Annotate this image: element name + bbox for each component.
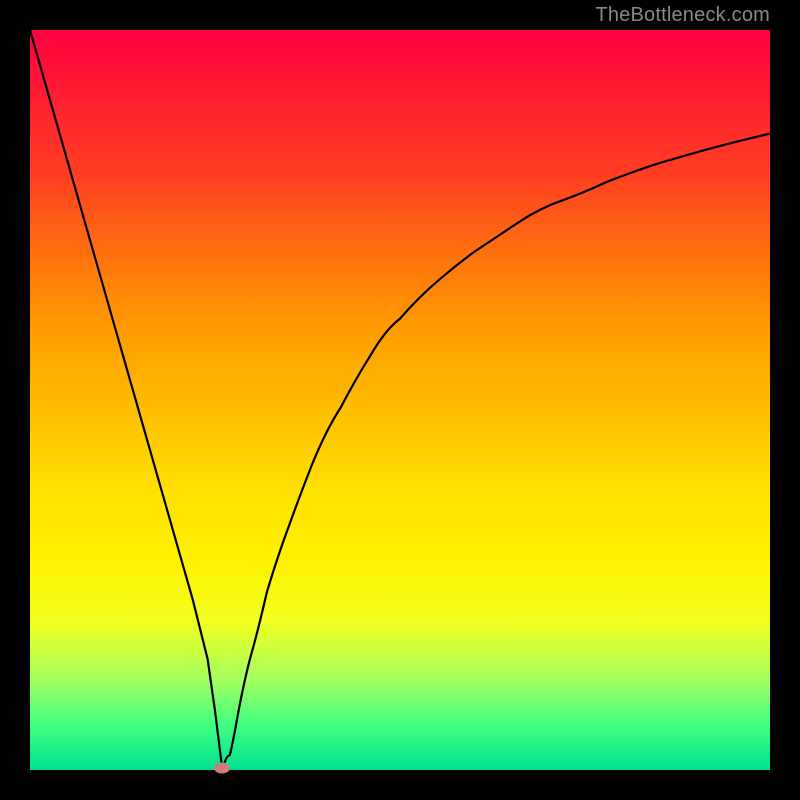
curve-svg — [30, 30, 770, 770]
chart-container: TheBottleneck.com — [0, 0, 800, 800]
watermark-text: TheBottleneck.com — [595, 4, 770, 27]
optimal-point-marker — [214, 763, 230, 774]
bottleneck-curve-path — [30, 30, 770, 770]
plot-area — [30, 30, 770, 770]
